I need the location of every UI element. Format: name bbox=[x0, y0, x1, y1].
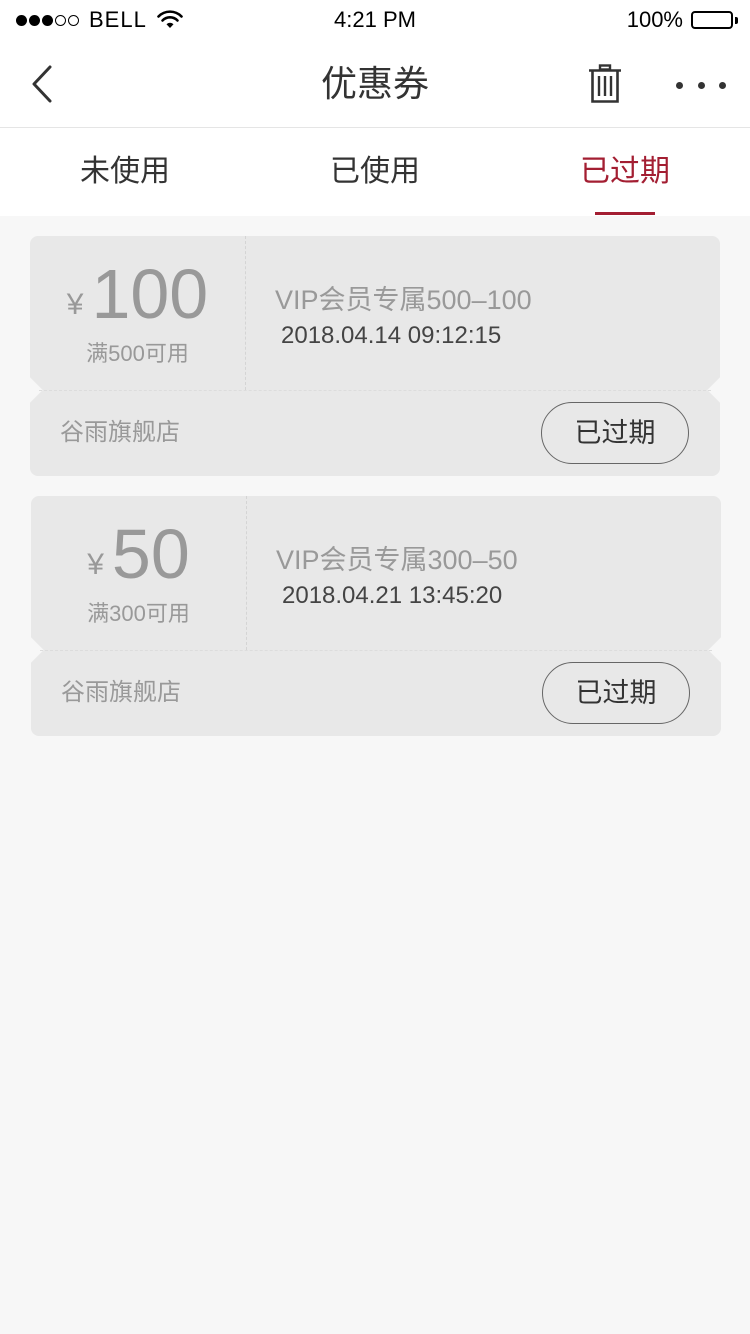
currency-symbol: ¥ bbox=[66, 288, 84, 321]
coupon-amount-box: ¥ 100 满500可用 bbox=[30, 236, 245, 390]
coupon-date: 2018.04.21 13:45:20 bbox=[282, 582, 503, 609]
coupon-status-button[interactable]: 已过期 bbox=[541, 402, 689, 464]
nav-bar: 优惠券 bbox=[0, 40, 750, 128]
store-name: 谷雨旗舰店 bbox=[61, 679, 181, 706]
coupon-tabs: 未使用 已使用 已过期 bbox=[0, 128, 750, 216]
more-horizontal-icon bbox=[676, 81, 683, 89]
tab-expired[interactable]: 已过期 bbox=[500, 128, 750, 216]
trash-icon bbox=[589, 64, 621, 103]
coupon-divider bbox=[246, 496, 247, 650]
coupon-date: 2018.04.14 09:12:15 bbox=[281, 322, 502, 349]
coupon-name: VIP会员专属300–50 bbox=[276, 545, 518, 575]
status-bar: BELL 4:21 PM 100% bbox=[0, 0, 750, 40]
battery-percentage: 100% bbox=[626, 7, 683, 32]
coupon-status-button[interactable]: 已过期 bbox=[542, 662, 690, 724]
battery-icon bbox=[691, 11, 738, 29]
store-name: 谷雨旗舰店 bbox=[60, 419, 180, 446]
tab-used[interactable]: 已使用 bbox=[250, 128, 500, 216]
coupon-amount: 50 bbox=[111, 515, 190, 593]
coupon-name: VIP会员专属500–100 bbox=[275, 285, 532, 315]
status-bar-right: 100% bbox=[627, 6, 738, 34]
more-button[interactable] bbox=[676, 70, 726, 100]
tab-unused[interactable]: 未使用 bbox=[0, 128, 250, 216]
page-title: 优惠券 bbox=[320, 63, 429, 104]
delete-button[interactable] bbox=[584, 62, 626, 106]
coupon-amount: 100 bbox=[91, 255, 209, 333]
coupon-condition: 满300可用 bbox=[87, 601, 190, 626]
active-tab-indicator bbox=[595, 212, 655, 215]
coupon-card[interactable]: ¥ 100 满500可用 VIP会员专属500–100 2018.04.14 0… bbox=[17, 236, 733, 476]
coupon-amount-box: ¥ 50 满300可用 bbox=[31, 496, 246, 650]
currency-symbol: ¥ bbox=[87, 548, 104, 581]
coupon-card[interactable]: ¥ 50 满300可用 VIP会员专属300–50 2018.04.21 13:… bbox=[18, 496, 734, 736]
coupon-condition: 满500可用 bbox=[86, 341, 189, 366]
coupon-divider bbox=[245, 236, 246, 390]
